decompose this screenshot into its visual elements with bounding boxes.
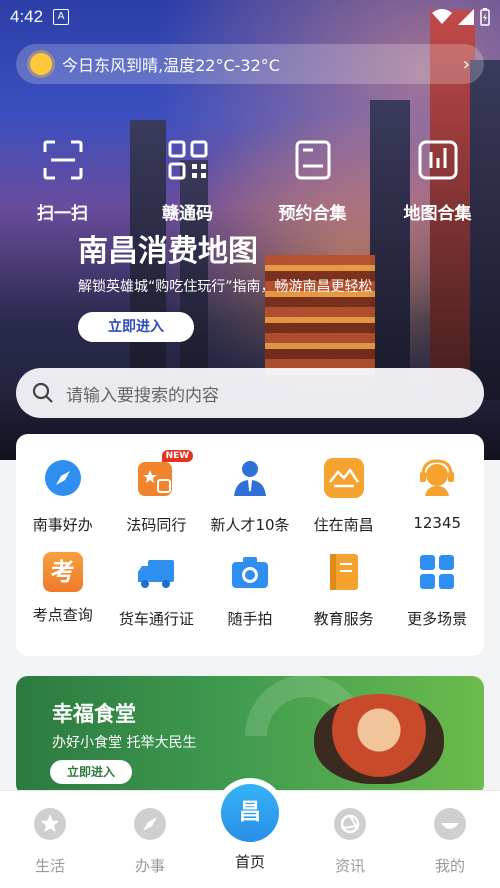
service-label: 法码同行	[126, 516, 187, 534]
status-time: 4:42	[10, 7, 44, 26]
education-book-icon	[329, 554, 358, 590]
tab-label: 生活	[34, 857, 65, 875]
home-logo-button[interactable]: 昌	[215, 778, 285, 848]
tab-label: 我的	[434, 857, 465, 875]
service-housing[interactable]: 住在南昌	[297, 458, 391, 535]
search-icon	[32, 382, 53, 403]
more-grid-icon	[420, 555, 455, 589]
status-bar: 4:42 A	[0, 0, 500, 34]
tab-label: 办事	[134, 857, 165, 875]
law-badge-icon	[138, 462, 173, 496]
service-label: 考点查询	[32, 606, 93, 624]
service-label: 南事好办	[32, 516, 93, 534]
building	[470, 60, 500, 420]
service-label: 12345	[413, 514, 462, 532]
service-label: 更多场景	[407, 610, 468, 628]
service-education[interactable]: 教育服务	[297, 552, 391, 629]
signal-icon	[458, 9, 474, 25]
quick-reservation-label: 预约合集	[278, 204, 347, 224]
tab-life[interactable]: 生活	[0, 791, 100, 888]
tab-affairs[interactable]: 办事	[100, 791, 200, 888]
compass-icon	[44, 460, 81, 496]
home-logo-icon: 昌	[221, 784, 279, 842]
tab-label: 资讯	[334, 857, 365, 875]
talent-person-icon	[233, 461, 266, 496]
pagoda-image	[265, 255, 375, 385]
wifi-icon	[432, 9, 452, 24]
service-label: 教育服务	[313, 610, 374, 628]
banner-subtitle: 解锁英雄城“购吃住玩行”指南，畅游南昌更轻松	[78, 279, 373, 295]
service-label: 新人才10条	[210, 516, 290, 534]
map-chart-icon	[418, 140, 457, 180]
truck-icon	[138, 560, 175, 588]
exam-icon: 考	[42, 552, 83, 592]
food-pot-image	[314, 694, 444, 784]
sun-icon	[30, 53, 52, 75]
services-row: 考 考点查询 货车通行证 随手拍 教育服务 更多场景	[16, 552, 484, 629]
food-enter-button[interactable]: 立即进入	[50, 760, 132, 784]
service-truck-pass[interactable]: 货车通行证	[110, 552, 204, 629]
quick-map-label: 地图合集	[403, 204, 472, 224]
quick-reservation-button[interactable]: 预约合集	[250, 138, 375, 224]
service-label: 货车通行证	[118, 610, 194, 628]
food-title: 幸福食堂	[52, 702, 136, 726]
weather-text: 今日东风到晴,温度22°C-32°C	[62, 56, 280, 75]
quick-qrcode-button[interactable]: 赣通码	[125, 138, 250, 224]
service-exam[interactable]: 考 考点查询	[16, 552, 110, 629]
scan-icon	[43, 140, 82, 180]
quick-actions: 扫一扫 赣通码 预约合集 地图合集	[0, 138, 500, 224]
weather-bar[interactable]: 今日东风到晴,温度22°C-32°C ›	[16, 44, 484, 84]
services-card: 南事好办 NEW 法码同行 新人才10条 住在南昌 12345 考 考点查询 货…	[16, 434, 484, 656]
tab-news[interactable]: 资讯	[300, 791, 400, 888]
quick-scan-button[interactable]: 扫一扫	[0, 138, 125, 224]
profile-icon	[434, 808, 466, 840]
battery-icon	[480, 8, 490, 26]
quick-qrcode-label: 赣通码	[162, 204, 213, 224]
aperture-icon	[334, 808, 366, 840]
star-icon	[34, 808, 66, 840]
services-row: 南事好办 NEW 法码同行 新人才10条 住在南昌 12345	[16, 450, 484, 535]
housing-icon	[323, 458, 364, 498]
notification-icon: A	[53, 9, 70, 25]
new-badge: NEW	[161, 450, 194, 462]
exam-glyph: 考	[50, 558, 75, 586]
search-input[interactable]: 请输入要搜索的内容	[66, 381, 219, 406]
camera-icon	[231, 557, 268, 588]
qr-code-icon	[168, 140, 207, 180]
service-photo[interactable]: 随手拍	[203, 552, 297, 629]
service-nanshi-haoban[interactable]: 南事好办	[16, 458, 110, 535]
banner-enter-button[interactable]: 立即进入	[78, 312, 194, 342]
quick-map-button[interactable]: 地图合集	[375, 138, 500, 224]
service-label: 住在南昌	[313, 516, 374, 534]
service-more[interactable]: 更多场景	[390, 552, 484, 629]
search-bar[interactable]: 请输入要搜索的内容	[16, 368, 484, 418]
service-label: 随手拍	[227, 610, 273, 628]
compass-icon	[134, 808, 166, 840]
status-icons	[432, 8, 490, 26]
service-hotline[interactable]: 12345	[390, 458, 484, 535]
service-talent[interactable]: 新人才10条	[203, 458, 297, 535]
reservation-icon	[295, 140, 330, 180]
service-fama-tongxing[interactable]: NEW 法码同行	[110, 450, 204, 535]
chevron-right-icon: ›	[462, 53, 470, 75]
tab-label: 首页	[234, 853, 265, 871]
quick-scan-label: 扫一扫	[37, 204, 88, 224]
hotline-headset-icon	[420, 459, 455, 496]
banner-title: 南昌消费地图	[78, 234, 258, 269]
food-subtitle: 办好小食堂 托举大民生	[52, 735, 197, 751]
tab-mine[interactable]: 我的	[400, 791, 500, 888]
